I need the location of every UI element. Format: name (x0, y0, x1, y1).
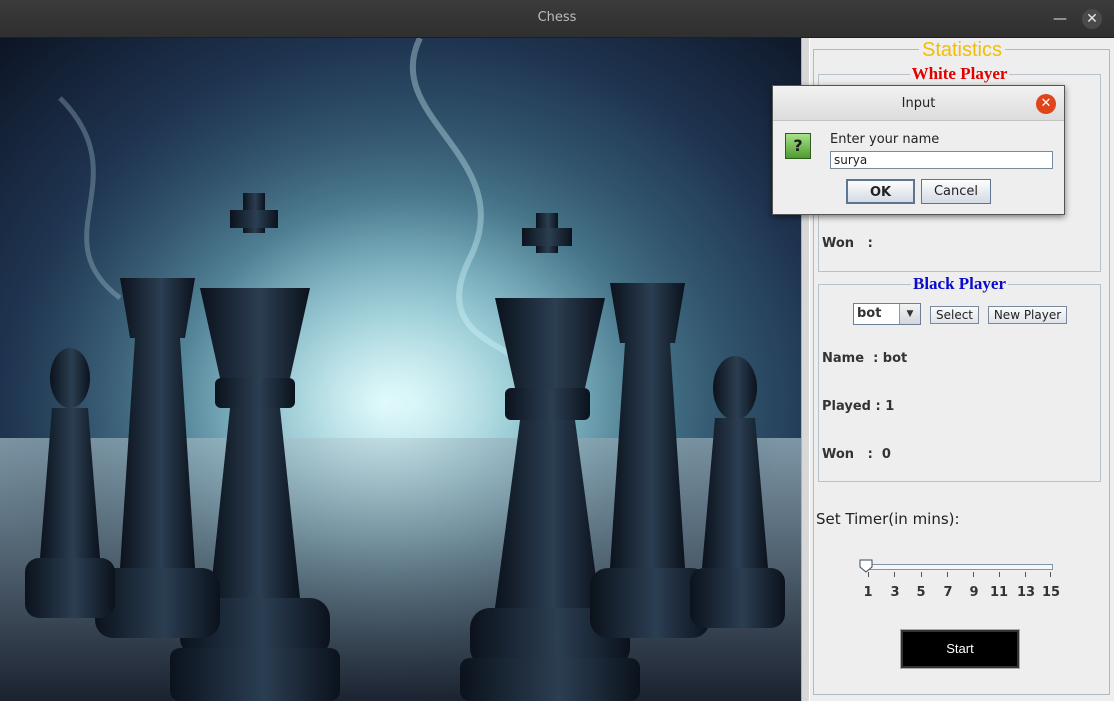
slider-tick (868, 572, 869, 577)
slider-tick-label: 1 (863, 585, 873, 600)
white-won-line: Won : (822, 236, 873, 251)
start-button[interactable]: Start (900, 629, 1020, 669)
chess-pieces-illustration (0, 38, 801, 701)
ok-button[interactable]: OK (846, 179, 915, 204)
statistics-title-text: Statistics (918, 39, 1006, 61)
white-player-title-text: White Player (909, 64, 1010, 83)
slider-tick-label: 11 (989, 585, 1009, 600)
slider-thumb[interactable] (859, 559, 873, 573)
dialog-prompt: Enter your name (830, 132, 940, 147)
dialog-titlebar[interactable]: Input ✕ (773, 86, 1064, 121)
cancel-button[interactable]: Cancel (921, 179, 991, 204)
slider-tick-label: 5 (916, 585, 926, 600)
white-player-title: White Player (819, 64, 1100, 84)
new-player-button[interactable]: New Player (988, 306, 1067, 324)
question-icon: ? (785, 133, 811, 159)
close-icon[interactable]: ✕ (1036, 94, 1056, 114)
black-player-panel: Black Player bot ▼ Select New Player Nam… (818, 274, 1101, 482)
slider-tick (921, 572, 922, 577)
name-input[interactable] (830, 151, 1053, 169)
black-player-title: Black Player (819, 274, 1100, 294)
combobox-selected-value: bot (857, 306, 882, 321)
slider-tick (999, 572, 1000, 577)
minimize-icon[interactable]: — (1050, 9, 1070, 29)
slider-tick (1025, 572, 1026, 577)
timer-slider[interactable] (859, 559, 1053, 577)
slider-tick (1050, 572, 1051, 577)
slider-tick (894, 572, 895, 577)
slider-tick-label: 13 (1016, 585, 1036, 600)
window-titlebar[interactable]: Chess — ✕ (0, 0, 1114, 38)
black-won-line: Won : 0 (822, 447, 891, 462)
slider-tick-label: 7 (943, 585, 953, 600)
chevron-down-icon[interactable]: ▼ (899, 304, 920, 324)
black-player-title-text: Black Player (910, 274, 1008, 293)
black-played-line: Played : 1 (822, 399, 895, 414)
window-title: Chess (537, 10, 577, 25)
slider-track[interactable] (867, 564, 1053, 570)
chess-background-image (0, 38, 801, 701)
slider-tick (947, 572, 948, 577)
slider-tick (973, 572, 974, 577)
timer-label: Set Timer(in mins): (816, 510, 960, 528)
black-name-line: Name : bot (822, 351, 908, 366)
dialog-title: Input (901, 96, 936, 111)
slider-tick-label: 3 (890, 585, 900, 600)
close-icon[interactable]: ✕ (1082, 9, 1102, 29)
statistics-title: Statistics (810, 39, 1114, 62)
slider-tick-label: 15 (1041, 585, 1061, 600)
slider-tick-label: 9 (969, 585, 979, 600)
input-dialog[interactable]: Input ✕ ? Enter your name OK Cancel (772, 85, 1065, 215)
black-player-combobox[interactable]: bot ▼ (853, 303, 921, 325)
select-button[interactable]: Select (930, 306, 979, 324)
